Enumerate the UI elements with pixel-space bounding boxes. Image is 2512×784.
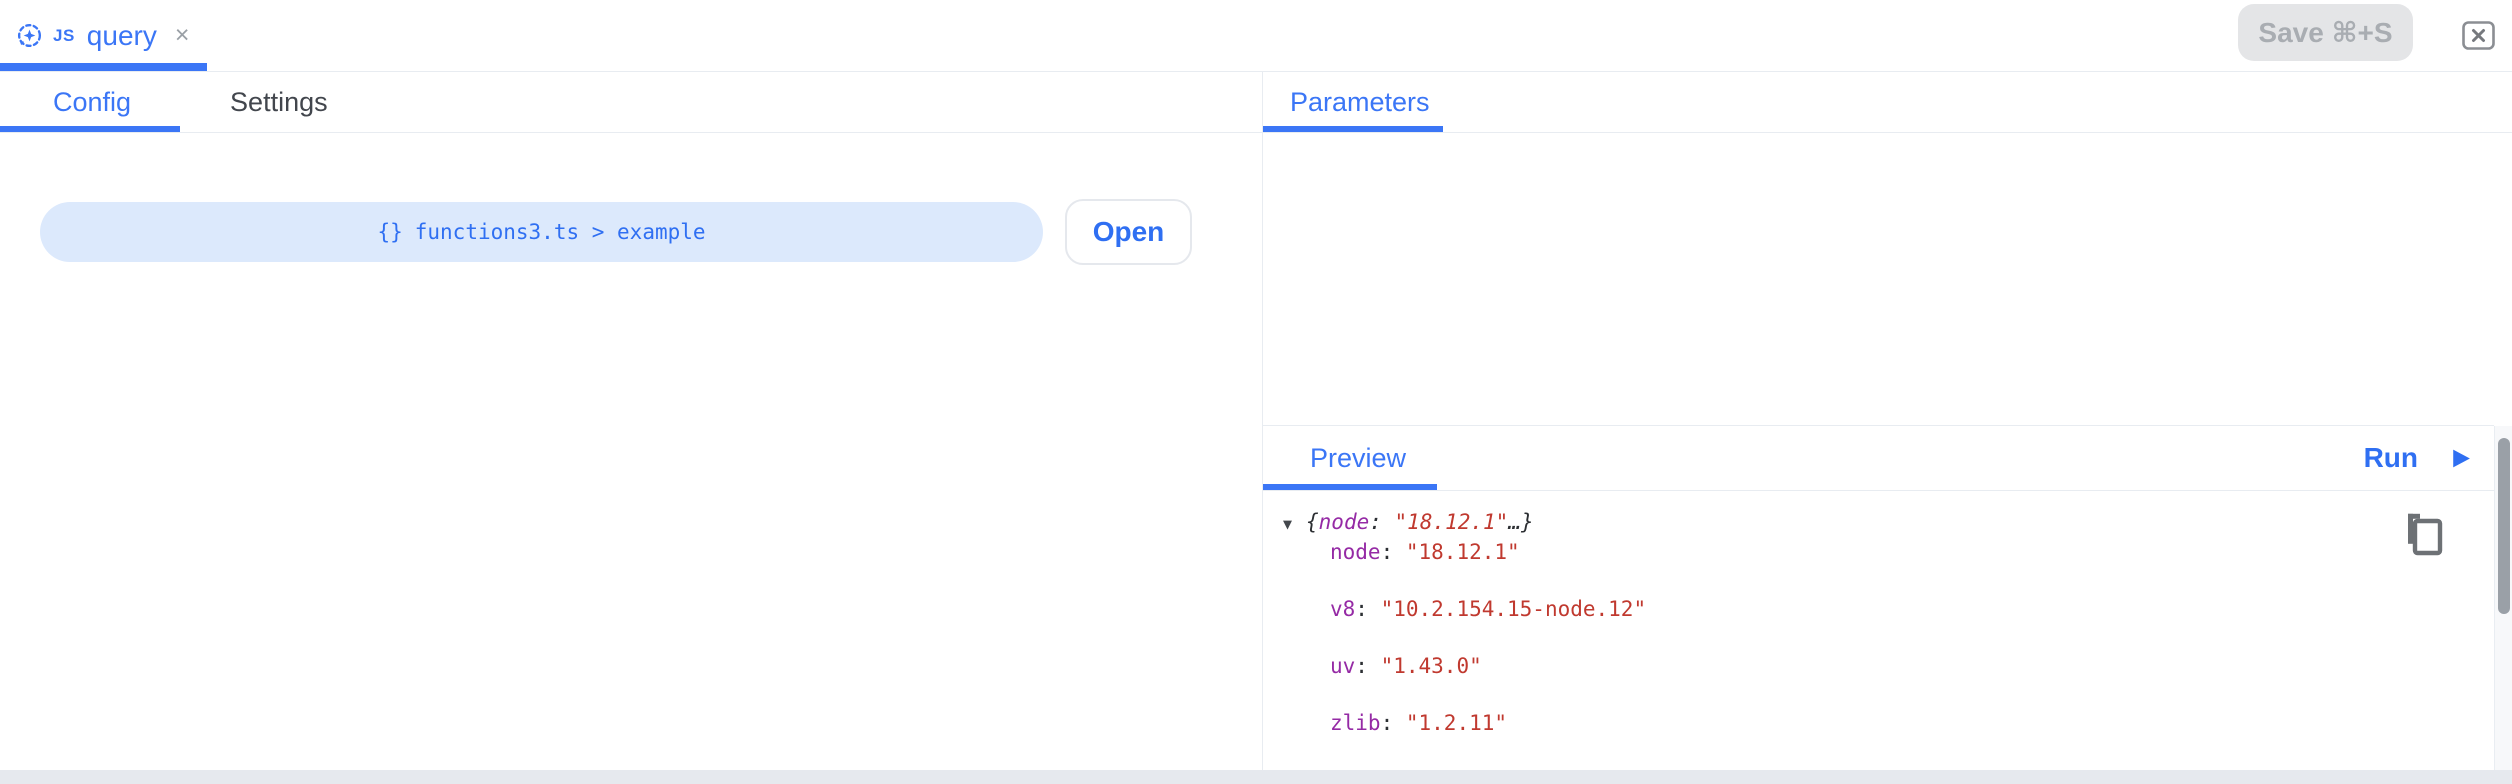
json-summary-value: "18.12.1": [1395, 508, 1509, 536]
function-reference-chip[interactable]: {} functions3.ts > example: [40, 202, 1043, 262]
js-language-badge: JS: [53, 26, 75, 46]
tab-settings[interactable]: Settings: [230, 87, 328, 118]
config-tab-underline: [0, 126, 180, 132]
json-key: uv: [1330, 654, 1355, 678]
run-button[interactable]: Run: [2364, 442, 2473, 474]
json-property-row[interactable]: v8: "10.2.154.15-node.12": [1330, 595, 2414, 652]
run-button-label: Run: [2364, 442, 2418, 474]
json-tree: ▼{node: "18.12.1"…} node: "18.12.1" v8: …: [1283, 508, 2414, 774]
json-separator: :: [1355, 654, 1380, 678]
json-property-row[interactable]: uv: "1.43.0": [1330, 652, 2414, 709]
tab-title: query: [87, 20, 157, 52]
json-key: zlib: [1330, 711, 1381, 735]
triangle-expand-icon[interactable]: ▼: [1283, 510, 1306, 538]
right-tabbar: Parameters: [1263, 72, 2512, 133]
json-separator: :: [1381, 540, 1406, 564]
json-value: "10.2.154.15-node.12": [1381, 597, 1647, 621]
tab-preview[interactable]: Preview: [1310, 443, 1406, 474]
function-reference-label: functions3.ts > example: [415, 220, 706, 244]
config-panel: Config Settings {} functions3.ts > examp…: [0, 72, 1262, 770]
tab-config[interactable]: Config: [53, 87, 131, 118]
tab-parameters[interactable]: Parameters: [1290, 87, 1430, 118]
json-property-row[interactable]: zlib: "1.2.11": [1330, 709, 2414, 766]
json-summary-row[interactable]: ▼{node: "18.12.1"…}: [1283, 508, 2414, 538]
json-separator: :: [1381, 711, 1406, 735]
json-key: node: [1330, 540, 1381, 564]
json-summary-sep: :: [1369, 508, 1394, 536]
left-tabbar: Config Settings: [0, 72, 1262, 133]
bottom-scrollbar-track[interactable]: [0, 770, 2512, 784]
braces-icon: {}: [377, 220, 402, 244]
copy-icon[interactable]: [2399, 512, 2443, 560]
parameters-tab-underline: [1263, 126, 1443, 132]
scrollbar-thumb[interactable]: [2498, 438, 2510, 614]
json-separator: :: [1355, 597, 1380, 621]
vertical-scrollbar[interactable]: [2494, 426, 2512, 784]
save-button[interactable]: Save ⌘+S: [2238, 4, 2413, 61]
window-close-icon[interactable]: [2462, 21, 2495, 50]
json-value: "1.43.0": [1381, 654, 1482, 678]
json-summary-key: node: [1319, 508, 1370, 536]
json-summary-suffix: …}: [1508, 508, 1533, 536]
json-key: v8: [1330, 597, 1355, 621]
json-value: "18.12.1": [1406, 540, 1520, 564]
editor-tab-query[interactable]: JS query ×: [0, 0, 209, 71]
json-rows: node: "18.12.1" v8: "10.2.154.15-node.12…: [1283, 538, 2414, 774]
tab-close-icon[interactable]: ×: [175, 23, 190, 48]
json-property-row[interactable]: node: "18.12.1": [1330, 538, 2414, 595]
right-panel: Parameters Preview Run ▼{node: "18.12.1"…: [1263, 72, 2512, 770]
preview-tab-underline: [1263, 484, 1437, 490]
json-value: "1.2.11": [1406, 711, 1507, 735]
active-tab-underline: [0, 63, 207, 71]
open-button[interactable]: Open: [1065, 199, 1192, 265]
sync-sparkle-icon: [16, 22, 43, 49]
preview-bar: Preview Run: [1263, 425, 2494, 491]
header: JS query × Save ⌘+S: [0, 0, 2512, 72]
json-open-brace: {: [1306, 508, 1319, 536]
play-icon: [2448, 446, 2473, 471]
preview-output: ▼{node: "18.12.1"…} node: "18.12.1" v8: …: [1263, 491, 2494, 774]
